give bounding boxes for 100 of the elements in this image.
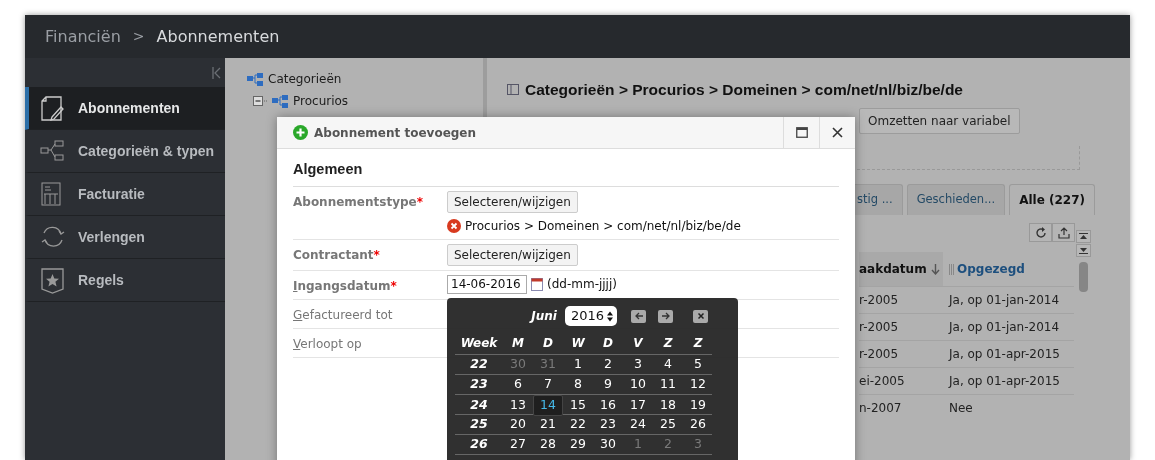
day-cell[interactable]: 16 (593, 396, 623, 415)
field-label: Abonnementstype (293, 194, 417, 209)
sidebar-item[interactable]: Regels (25, 259, 225, 302)
star-badge-icon (39, 266, 66, 294)
export-button[interactable] (1052, 223, 1075, 243)
day-cell[interactable]: 6 (503, 375, 533, 394)
day-cell[interactable]: 29 (563, 435, 593, 454)
breadcrumb-separator: > (132, 27, 145, 46)
weekday-header: Z (662, 334, 674, 352)
required-asterisk: * (390, 278, 397, 293)
table-cell-text: Ja, op 01-jan-2014 (947, 319, 1061, 337)
day-cell[interactable]: 30 (593, 435, 623, 454)
tree-item[interactable]: Categorieën (268, 70, 342, 88)
day-cell[interactable]: 4 (653, 355, 683, 374)
year-select[interactable]: 2016 (564, 306, 617, 326)
week-number: 23 (469, 375, 489, 394)
updown-icon (607, 310, 613, 322)
page-title: Abonnementen (156, 25, 280, 48)
scroll-bottom-button[interactable] (1076, 244, 1091, 258)
panel-icon (507, 84, 519, 96)
day-cell[interactable]: 14 (533, 395, 563, 416)
scroll-top-icon (1079, 233, 1088, 241)
required-asterisk: * (416, 194, 423, 209)
column-header[interactable]: Opgezegd (943, 260, 1074, 279)
day-cell[interactable]: 1 (563, 355, 593, 374)
collapse-toggle-icon[interactable] (253, 96, 267, 106)
day-cell[interactable]: 26 (683, 415, 713, 434)
required-asterisk: * (373, 247, 380, 262)
day-cell[interactable]: 27 (503, 435, 533, 454)
date-field[interactable]: 14-06-2016 (447, 274, 527, 294)
day-cell[interactable]: 13 (503, 396, 533, 415)
date-format-hint: (dd-mm-jjjj) (547, 276, 617, 294)
tab[interactable]: Alle (227) (1009, 184, 1095, 216)
day-cell[interactable]: 23 (593, 415, 623, 434)
toolbar-button[interactable]: Omzetten naar variabel (859, 108, 1020, 135)
day-cell[interactable]: 21 (533, 415, 563, 434)
day-cell[interactable]: 3 (623, 355, 653, 374)
previous-month-button[interactable] (631, 309, 646, 323)
table-cell-text: Ja, op 01-apr-2015 (947, 346, 1061, 364)
refresh-icon (1034, 226, 1047, 239)
panel-title: Categorieën > Procurios > Domeinen > com/net/nl/biz/be/de (525, 80, 963, 100)
next-month-button[interactable] (658, 309, 673, 323)
weekday-header: Week (459, 334, 499, 352)
sidebar-item[interactable]: Categorieën & typen (25, 130, 225, 173)
select-button[interactable]: Selecteren/wijzigen (447, 190, 578, 213)
week-number: 25 (469, 415, 489, 434)
day-cell[interactable]: 24 (623, 415, 653, 434)
day-cell[interactable]: 9 (593, 375, 623, 394)
table-cell-text: r-2005 (859, 346, 900, 364)
day-cell[interactable]: 20 (503, 415, 533, 434)
close-icon (695, 311, 706, 321)
dialog-title: Abonnement toevoegen (314, 124, 477, 142)
table-cell-text: Nee (948, 400, 974, 418)
day-cell[interactable]: 2 (593, 355, 623, 374)
plus-icon (293, 125, 308, 140)
maximize-icon (795, 127, 808, 138)
day-cell[interactable]: 8 (563, 375, 593, 394)
day-cell[interactable]: 12 (683, 375, 713, 394)
day-cell[interactable]: 25 (653, 415, 683, 434)
refresh-button[interactable] (1029, 223, 1052, 243)
day-cell[interactable]: 22 (563, 415, 593, 434)
tab[interactable]: Geschieden... (906, 184, 1006, 216)
table-cell-text: Ja, op 01-jan-2014 (947, 292, 1061, 310)
day-cell[interactable]: 11 (653, 375, 683, 394)
field-label: Contractant (293, 247, 374, 262)
day-cell[interactable]: 7 (533, 375, 563, 394)
calendar-icon[interactable] (531, 277, 543, 291)
sidebar-item[interactable]: Facturatie (25, 173, 225, 216)
scroll-bottom-icon (1079, 247, 1088, 255)
right-arrow-icon (660, 311, 671, 321)
close-button[interactable] (693, 309, 708, 323)
day-cell[interactable]: 10 (623, 375, 653, 394)
weekday-header: W (570, 334, 586, 352)
day-cell[interactable]: 18 (653, 396, 683, 415)
weekday-header: V (632, 334, 644, 352)
breadcrumb-link[interactable]: Financiën (45, 24, 121, 49)
column-header[interactable]: aakdatum (859, 252, 943, 287)
collapse-icon[interactable] (212, 65, 221, 80)
table-cell-text: ei-2005 (859, 373, 906, 391)
month-label: Juni (531, 308, 557, 325)
week-number: 26 (469, 435, 489, 454)
upload-icon (1057, 226, 1070, 239)
grip-icon (949, 263, 954, 275)
week-number: 22 (469, 355, 489, 374)
week-number: 24 (469, 396, 489, 414)
day-cell[interactable]: 15 (563, 396, 593, 415)
day-cell[interactable]: 28 (533, 435, 563, 454)
left-arrow-icon (633, 311, 644, 321)
select-button[interactable]: Selecteren/wijzigen (447, 243, 578, 266)
sidebar-item[interactable]: Verlengen (25, 216, 225, 259)
scrollbar-thumb[interactable] (1079, 262, 1088, 293)
table-cell-text: r-2005 (859, 292, 900, 310)
day-cell[interactable]: 19 (683, 396, 713, 415)
tree-item[interactable]: Procurios (293, 92, 349, 110)
document-pencil-icon (39, 94, 66, 122)
scroll-top-button[interactable] (1076, 230, 1091, 244)
sidebar-item[interactable]: Abonnementen (25, 87, 225, 130)
day-cell[interactable]: 5 (683, 355, 713, 374)
table-cell-text: n-2007 (859, 400, 903, 418)
day-cell[interactable]: 17 (623, 396, 653, 415)
